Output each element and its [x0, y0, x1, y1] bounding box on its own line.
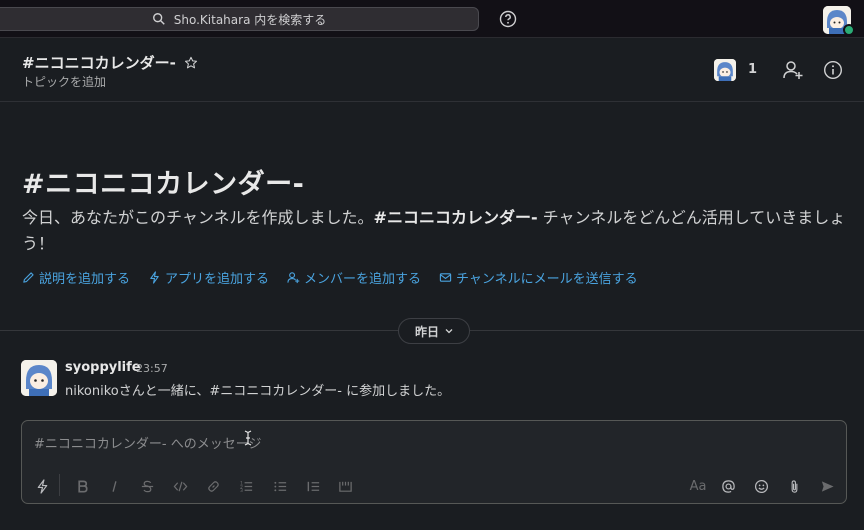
intro-text: 今日、あなたがこのチャンネルを作成しました。#ニコニコカレンダー- チャンネルを…	[22, 205, 852, 257]
italic-button[interactable]	[106, 478, 122, 494]
intro-text-before: 今日、あなたがこのチャンネルを作成しました。	[22, 208, 374, 227]
shortcuts-button[interactable]	[34, 478, 50, 494]
smiley-icon	[754, 479, 768, 493]
at-sign-icon	[721, 479, 735, 493]
presence-indicator	[843, 24, 855, 36]
paperclip-icon	[791, 479, 797, 493]
intro-channel-name: #ニコニコカレンダー-	[373, 208, 538, 227]
intro-title: #ニコニコカレンダー-	[22, 169, 305, 200]
lightning-icon	[37, 478, 47, 494]
bold-button[interactable]	[74, 478, 90, 494]
star-icon[interactable]	[184, 56, 198, 70]
search-placeholder: Sho.Kitahara 内を検索する	[173, 12, 327, 27]
message-timestamp[interactable]: 23:57	[136, 362, 168, 375]
ordered-list-button[interactable]: 123	[238, 478, 254, 494]
text-cursor-icon	[244, 430, 252, 446]
mention-button[interactable]	[720, 478, 736, 494]
chevron-down-icon	[445, 329, 453, 334]
emoji-button[interactable]	[753, 478, 769, 494]
add-member-link[interactable]: メンバーを追加する	[287, 268, 421, 287]
message-avatar[interactable]	[21, 360, 57, 396]
email-channel-label: チャンネルにメールを送信する	[456, 272, 638, 287]
member-avatar[interactable]	[714, 59, 736, 81]
bullet-list-button[interactable]	[272, 478, 288, 494]
composer-toolbar: 123 Aa	[22, 473, 846, 499]
message-text: nikonikoさんと一緒に、#ニコニコカレンダー- に参加しました。	[65, 384, 451, 399]
help-icon[interactable]	[499, 10, 517, 28]
format-toggle-button[interactable]: Aa	[688, 478, 708, 494]
channel-title-button[interactable]: #ニコニコカレンダー-	[22, 52, 198, 73]
strikethrough-button[interactable]	[139, 478, 155, 494]
member-count[interactable]: 1	[748, 62, 757, 77]
top-bar: Sho.Kitahara 内を検索する	[0, 0, 864, 38]
pencil-icon	[23, 272, 34, 283]
avatar-image	[21, 360, 57, 396]
add-person-icon[interactable]	[782, 59, 804, 81]
email-channel-link[interactable]: チャンネルにメールを送信する	[439, 268, 638, 287]
toolbar-separator	[59, 474, 60, 496]
attach-button[interactable]	[786, 478, 802, 494]
add-app-label: アプリを追加する	[165, 272, 270, 287]
intro-actions: 説明を追加する アプリを追加する メンバーを追加する チャンネルにメールを送信す…	[22, 268, 638, 287]
link-button[interactable]	[205, 478, 221, 494]
add-member-label: メンバーを追加する	[304, 272, 422, 287]
add-person-icon	[287, 272, 300, 284]
email-icon	[439, 273, 452, 282]
strikethrough-icon	[141, 480, 153, 492]
send-icon	[821, 480, 834, 492]
add-topic-link[interactable]: トピックを追加	[22, 73, 106, 90]
bullet-list-icon	[273, 481, 286, 491]
channel-header: #ニコニコカレンダー- トピックを追加 1	[0, 39, 864, 102]
info-icon[interactable]	[823, 60, 843, 80]
code-block-button[interactable]	[337, 478, 353, 494]
code-icon	[173, 481, 187, 491]
message-composer[interactable]: #ニコニコカレンダー- へのメッセージ 123 Aa	[21, 420, 847, 504]
add-description-link[interactable]: 説明を追加する	[22, 268, 130, 287]
blockquote-icon	[307, 481, 319, 491]
day-divider-button[interactable]: 昨日	[398, 318, 470, 344]
avatar-image	[714, 59, 736, 81]
send-button[interactable]	[819, 478, 835, 494]
search-icon	[152, 13, 165, 25]
lightning-icon	[150, 271, 159, 284]
italic-icon	[111, 480, 117, 492]
code-block-icon	[338, 481, 352, 492]
channel-name: #ニコニコカレンダー-	[22, 54, 176, 72]
ordered-list-icon: 123	[239, 480, 252, 494]
add-app-link[interactable]: アプリを追加する	[148, 268, 269, 287]
bold-icon	[77, 480, 88, 492]
blockquote-button[interactable]	[305, 478, 321, 494]
message-input[interactable]: #ニコニコカレンダー- へのメッセージ	[34, 433, 261, 452]
day-label: 昨日	[414, 324, 439, 339]
add-description-label: 説明を追加する	[39, 272, 131, 287]
message-username[interactable]: syoppylife	[65, 360, 141, 375]
search-bar[interactable]: Sho.Kitahara 内を検索する	[0, 7, 479, 31]
svg-text:3: 3	[239, 488, 242, 494]
code-button[interactable]	[172, 478, 188, 494]
link-icon	[207, 480, 219, 492]
